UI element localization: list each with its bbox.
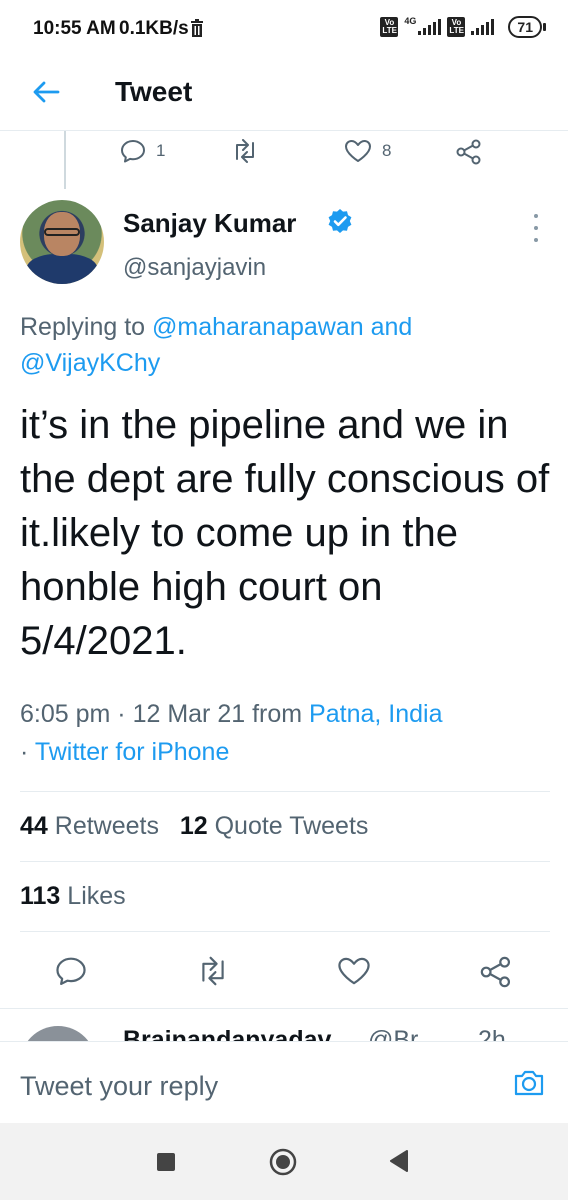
location-link[interactable]: Patna, India — [309, 700, 442, 728]
divider — [20, 791, 550, 792]
system-back-button[interactable] — [389, 1150, 409, 1177]
engagement-stats: 44 Retweets 12 Quote Tweets — [20, 812, 368, 841]
retweets-count: 44 — [20, 812, 48, 840]
camera-button[interactable] — [512, 1066, 546, 1105]
tweet-actions — [0, 950, 568, 994]
divider — [0, 1008, 568, 1009]
tweet-time: 6:05 pm — [20, 700, 111, 728]
next-reply[interactable]: Brajnandanyadav @Br... 2h — [0, 1010, 568, 1042]
more-vertical-icon — [534, 214, 538, 218]
status-time: 10:55 AM — [33, 18, 116, 39]
like-button[interactable] — [337, 956, 371, 991]
divider — [20, 931, 550, 932]
circle-icon — [269, 1148, 297, 1176]
trash-icon — [190, 19, 204, 42]
status-indicators: Vo LTE 4G Vo LTE 71 — [380, 16, 546, 38]
thread-connector-line — [64, 131, 66, 189]
battery-icon: 71 — [508, 16, 546, 38]
divider — [20, 861, 550, 862]
top-app-bar: Tweet — [0, 58, 568, 131]
source-link[interactable]: Twitter for iPhone — [35, 738, 230, 766]
replying-to: Replying to @maharanapawan and @VijayKCh… — [20, 309, 550, 381]
reply-input[interactable] — [20, 1066, 490, 1106]
quotes-stat[interactable]: 12 Quote Tweets — [180, 812, 369, 840]
comment-icon — [56, 957, 86, 986]
square-icon — [157, 1153, 175, 1171]
signal-icon — [418, 19, 442, 35]
reply-button[interactable] — [55, 956, 87, 991]
system-navigation-bar — [0, 1123, 568, 1200]
back-button[interactable] — [26, 74, 66, 110]
more-options-button[interactable] — [528, 214, 544, 242]
status-net-speed: 0.1KB/s — [119, 18, 189, 39]
reply-author-handle: @Br... — [368, 1026, 438, 1042]
likes-label: Likes — [67, 882, 126, 910]
retweet-icon — [236, 139, 254, 163]
replying-and: and — [370, 313, 413, 341]
like-count: 8 — [382, 141, 392, 160]
author-avatar[interactable] — [20, 200, 104, 284]
retweet-icon — [202, 956, 224, 986]
author-handle[interactable]: @sanjayjavin — [123, 254, 266, 282]
reply-count: 1 — [156, 141, 166, 160]
signal-icon — [471, 19, 495, 35]
network-type: 4G — [404, 16, 417, 26]
from-label: from — [252, 700, 303, 728]
camera-icon — [514, 1070, 544, 1096]
status-bar: 10:55 AM 0.1KB/s Vo LTE 4G Vo LTE 71 — [0, 0, 568, 58]
avatar[interactable] — [20, 1026, 96, 1042]
tweet-metadata: 6:05 pm · 12 Mar 21 from Patna, India · … — [20, 700, 443, 766]
verified-badge-icon — [327, 208, 353, 239]
reply-time: 2h — [478, 1026, 506, 1042]
like-button[interactable]: 8 — [344, 139, 391, 163]
share-icon — [480, 956, 511, 988]
heart-icon — [345, 140, 371, 162]
volte-icon: Vo LTE — [380, 17, 399, 37]
tweet-text: it’s in the pipeline and we in the dept … — [20, 403, 550, 663]
recent-apps-button[interactable] — [157, 1153, 175, 1176]
triangle-back-icon — [390, 1150, 408, 1172]
retweet-button[interactable] — [230, 139, 260, 163]
home-button[interactable] — [268, 1147, 298, 1182]
page-title: Tweet — [115, 76, 193, 107]
mention-link[interactable]: @VijayKChy — [20, 349, 160, 377]
author-name[interactable]: Sanjay Kumar — [123, 208, 296, 239]
reply-author-name[interactable]: Brajnandanyadav — [123, 1026, 331, 1042]
quotes-label: Quote Tweets — [214, 812, 369, 840]
quotes-count: 12 — [179, 812, 208, 840]
likes-stat[interactable]: 113 Likes — [20, 882, 126, 911]
share-icon — [456, 139, 481, 165]
mention-link[interactable]: @maharanapawan — [152, 313, 364, 341]
arrow-left-icon — [33, 81, 60, 103]
share-button[interactable] — [456, 139, 482, 165]
heart-icon — [338, 957, 370, 985]
likes-count: 113 — [20, 882, 61, 910]
retweet-button[interactable] — [195, 956, 231, 991]
comment-icon — [121, 140, 145, 163]
reply-button[interactable]: 1 — [120, 139, 165, 163]
reply-composer — [0, 1041, 568, 1124]
retweets-label: Retweets — [54, 812, 159, 840]
volte-icon: Vo LTE — [447, 17, 466, 37]
previous-tweet-actions: 1 8 — [100, 133, 520, 171]
retweets-stat[interactable]: 44 Retweets — [20, 812, 159, 840]
share-button[interactable] — [480, 956, 512, 993]
tweet-date: 12 Mar 21 — [132, 700, 246, 728]
replying-prefix: Replying to — [20, 313, 146, 341]
